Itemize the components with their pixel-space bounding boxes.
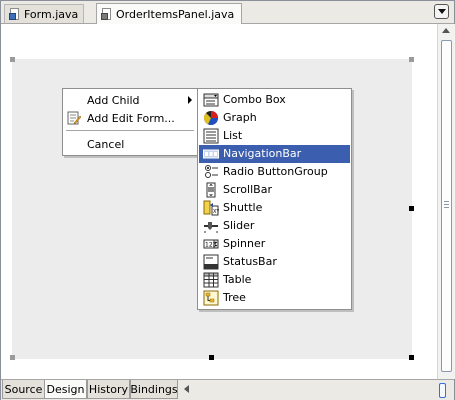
submenu-item-radio-button-group[interactable]: Radio ButtonGroup bbox=[199, 163, 350, 181]
submenu-item-label: ScrollBar bbox=[223, 183, 272, 196]
submenu-item-combo-box[interactable]: Combo Box bbox=[199, 91, 350, 109]
tab-bindings[interactable]: Bindings bbox=[130, 380, 178, 399]
status-bar-icon bbox=[203, 254, 219, 270]
tab-label: Form.java bbox=[24, 7, 79, 21]
tab-history[interactable]: History bbox=[87, 380, 130, 399]
submenu-item-label: Graph bbox=[223, 111, 257, 124]
submenu-arrow-icon bbox=[188, 96, 192, 104]
editor-tab-strip: Form.java OrderItemsPanel.java bbox=[1, 1, 454, 24]
editor-view-tab-bar: Source Design History Bindings bbox=[1, 379, 454, 400]
add-child-submenu: Combo Box Graph List NavigationBar Radio… bbox=[197, 88, 352, 310]
submenu-item-navigation-bar[interactable]: NavigationBar bbox=[199, 145, 350, 163]
submenu-item-label: Slider bbox=[223, 219, 255, 232]
java-file-icon bbox=[9, 7, 21, 21]
menu-item-add-child[interactable]: Add Child bbox=[63, 90, 197, 110]
slider-icon bbox=[204, 222, 218, 233]
tab-label: Source bbox=[4, 382, 43, 396]
navigation-bar-icon bbox=[203, 149, 219, 159]
tree-icon bbox=[203, 290, 219, 306]
tab-design[interactable]: Design bbox=[44, 380, 87, 399]
submenu-item-shuttle[interactable]: XY Shuttle bbox=[199, 199, 350, 217]
svg-text:123: 123 bbox=[205, 242, 217, 249]
scroll-left-arrow-icon[interactable] bbox=[184, 385, 189, 393]
submenu-item-label: Shuttle bbox=[223, 201, 263, 214]
resize-handle-right[interactable] bbox=[409, 206, 414, 211]
submenu-item-label: Spinner bbox=[223, 237, 266, 250]
submenu-item-graph[interactable]: Graph bbox=[199, 109, 350, 127]
resize-handle-bottom-left[interactable] bbox=[10, 355, 15, 360]
submenu-item-label: StatusBar bbox=[223, 255, 277, 268]
menu-item-label: Add Child bbox=[87, 93, 140, 107]
scrollbar-icon bbox=[206, 182, 216, 198]
resize-handle-bottom-right[interactable] bbox=[409, 355, 414, 360]
submenu-item-label: Combo Box bbox=[223, 93, 286, 106]
svg-text:XY: XY bbox=[213, 209, 219, 215]
resize-handle-bottom[interactable] bbox=[209, 355, 214, 360]
spinner-icon: 123 bbox=[203, 239, 219, 249]
menu-separator bbox=[66, 130, 194, 131]
radio-button-group-icon bbox=[205, 165, 218, 178]
submenu-item-label: Radio ButtonGroup bbox=[223, 165, 328, 178]
menu-item-label: Cancel bbox=[87, 137, 125, 151]
horizontal-scroll-thumb[interactable] bbox=[439, 383, 446, 398]
tab-order-items-panel-java[interactable]: OrderItemsPanel.java bbox=[96, 3, 242, 24]
submenu-item-scrollbar[interactable]: ScrollBar bbox=[199, 181, 350, 199]
horizontal-scrollbar[interactable] bbox=[181, 381, 451, 398]
menu-item-add-edit-form[interactable]: Add Edit Form... bbox=[63, 108, 197, 128]
table-icon bbox=[203, 272, 219, 288]
graph-icon bbox=[203, 111, 218, 125]
tab-list-dropdown-icon[interactable] bbox=[434, 4, 449, 19]
java-panel-file-icon bbox=[101, 7, 113, 21]
resize-handle-top-left[interactable] bbox=[10, 57, 15, 62]
submenu-item-spinner[interactable]: 123 Spinner bbox=[199, 235, 350, 253]
combo-box-icon bbox=[203, 93, 219, 107]
submenu-item-label: Table bbox=[223, 273, 252, 286]
menu-item-label: Add Edit Form... bbox=[87, 111, 175, 125]
vertical-scroll-thumb[interactable] bbox=[441, 40, 452, 372]
context-menu: Add Child Add Edit Form... Cancel bbox=[62, 88, 198, 156]
tab-label: OrderItemsPanel.java bbox=[116, 7, 235, 21]
editor-window: Form.java OrderItemsPanel.java Add Child bbox=[0, 0, 455, 400]
tab-label: Bindings bbox=[130, 382, 178, 396]
submenu-item-tree[interactable]: Tree bbox=[199, 289, 350, 307]
submenu-item-list[interactable]: List bbox=[199, 127, 350, 145]
tab-source[interactable]: Source bbox=[2, 380, 45, 399]
tab-form-java[interactable]: Form.java bbox=[4, 4, 84, 23]
list-icon bbox=[203, 128, 219, 144]
shuttle-icon: XY bbox=[203, 200, 219, 216]
submenu-item-label: NavigationBar bbox=[223, 147, 302, 160]
vertical-scrollbar[interactable] bbox=[437, 24, 455, 379]
tab-label: History bbox=[88, 382, 129, 396]
scroll-up-arrow-icon[interactable] bbox=[442, 28, 450, 33]
submenu-item-slider[interactable]: Slider bbox=[199, 217, 350, 235]
submenu-item-status-bar[interactable]: StatusBar bbox=[199, 253, 350, 271]
tab-label: Design bbox=[46, 382, 85, 396]
menu-item-cancel[interactable]: Cancel bbox=[63, 134, 197, 154]
submenu-item-table[interactable]: Table bbox=[199, 271, 350, 289]
submenu-item-label: List bbox=[223, 129, 243, 142]
resize-handle-top-right[interactable] bbox=[409, 57, 414, 62]
submenu-item-label: Tree bbox=[223, 291, 246, 304]
edit-form-icon bbox=[67, 111, 81, 125]
